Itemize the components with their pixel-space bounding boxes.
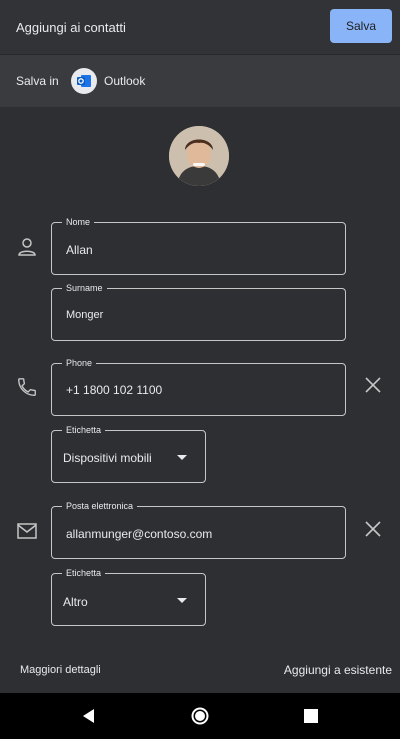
chevron-down-icon <box>177 455 187 460</box>
chevron-down-icon <box>177 598 187 603</box>
outlook-icon <box>71 68 97 94</box>
phone-type-label: Etichetta <box>62 424 106 436</box>
contact-avatar[interactable] <box>169 126 229 186</box>
email-label: Posta elettronica <box>62 500 138 512</box>
phone-value: +1 1800 102 1100 <box>66 383 163 397</box>
bottom-actions: Maggiori dettagli Aggiungi a esistente <box>0 643 400 693</box>
phone-type-value: Dispositivi mobili <box>63 451 152 465</box>
save-in-label: Salva in <box>16 74 59 88</box>
surname-value: Monger <box>66 309 104 321</box>
email-type-label: Etichetta <box>62 567 106 579</box>
surname-label: Surname <box>62 282 107 294</box>
email-value: allanmunger@contoso.com <box>66 527 213 541</box>
clear-phone-button[interactable] <box>361 373 385 397</box>
recents-icon[interactable] <box>301 706 321 726</box>
phone-icon <box>16 376 38 403</box>
account-name: Outlook <box>104 74 146 88</box>
phone-field[interactable]: Phone +1 1800 102 1100 <box>51 357 346 416</box>
first-name-field[interactable]: Nome Allan <box>51 216 346 275</box>
save-in-row: Salva in Outlook <box>0 55 400 107</box>
first-name-label: Nome <box>62 216 95 228</box>
person-icon <box>16 236 38 263</box>
mail-icon <box>16 520 38 547</box>
home-icon[interactable] <box>190 706 210 726</box>
add-to-existing-link[interactable]: Aggiungi a esistente <box>284 663 392 677</box>
surname-field[interactable]: Surname Monger <box>51 282 346 341</box>
first-name-value: Allan <box>66 243 93 257</box>
clear-email-button[interactable] <box>361 517 385 541</box>
top-bar: Aggiungi ai contatti Salva <box>0 0 400 55</box>
page-title: Aggiungi ai contatti <box>16 20 126 35</box>
back-icon[interactable] <box>79 706 99 726</box>
email-type-value: Altro <box>63 595 88 609</box>
email-type-dropdown[interactable]: Etichetta Altro <box>51 567 206 626</box>
close-icon <box>365 377 381 393</box>
phone-type-dropdown[interactable]: Etichetta Dispositivi mobili <box>51 424 206 483</box>
close-icon <box>365 521 381 537</box>
phone-label: Phone <box>62 357 97 369</box>
email-field[interactable]: Posta elettronica allanmunger@contoso.co… <box>51 500 346 559</box>
save-button[interactable]: Salva <box>330 9 392 43</box>
more-details-link[interactable]: Maggiori dettagli <box>20 664 101 676</box>
system-nav-bar <box>0 693 400 739</box>
account-selector[interactable]: Outlook <box>68 61 174 101</box>
